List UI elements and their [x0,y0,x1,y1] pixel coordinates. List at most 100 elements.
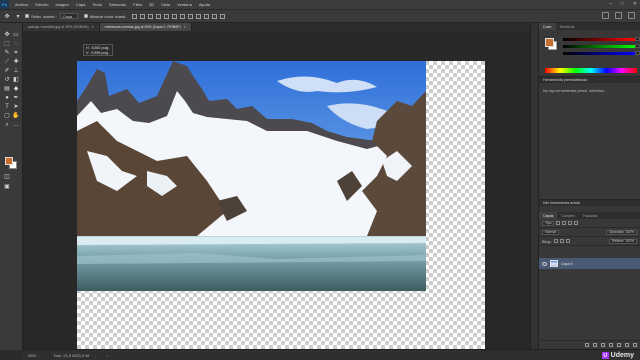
link-layers-icon[interactable] [585,343,589,347]
new-group-icon[interactable] [617,343,621,347]
current-tool-info-header[interactable]: Info herramienta actual [539,199,640,206]
more-tools-icon[interactable]: … [12,121,20,129]
lock-all-icon[interactable] [566,239,571,243]
gradient-tool-icon[interactable]: ▤ [3,85,11,93]
brush-tool-icon[interactable]: ✐ [3,67,11,75]
tool-presets-header[interactable]: Herramienta preestablecida [539,76,640,83]
hand-tool-icon[interactable]: ✋ [12,112,20,120]
document-canvas[interactable] [77,61,485,357]
align-center-icon[interactable] [140,13,146,19]
distribute-left-icon[interactable] [204,13,210,19]
distribute-center-icon[interactable] [212,13,218,19]
trash-icon[interactable] [633,343,637,347]
layer-style-icon[interactable] [593,343,597,347]
blur-tool-icon[interactable]: ◆ [12,85,20,93]
menu-filtro[interactable]: Filtro [133,2,142,7]
filter-adjustment-icon[interactable] [562,221,567,225]
auto-select-dropdown[interactable]: Capa [59,13,78,19]
align-bottom-icon[interactable] [172,13,178,19]
blend-mode-select[interactable]: Normal [542,229,559,235]
type-tool-icon[interactable]: T [3,103,11,111]
status-arrow-icon[interactable]: › [107,353,108,358]
foreground-color-swatch[interactable] [5,157,13,165]
foreground-color-chip[interactable] [545,38,554,47]
eyedropper-tool-icon[interactable]: ⟋ [3,58,11,66]
zoom-level[interactable]: 25% [28,353,36,358]
green-value-field[interactable] [635,44,640,48]
blue-value-field[interactable] [635,51,640,55]
filter-pixel-icon[interactable] [556,221,561,225]
artboard-tool-icon[interactable]: ▭ [12,31,20,39]
align-top-icon[interactable] [156,13,162,19]
lasso-tool-icon[interactable]: ◌ [12,40,20,48]
align-right-icon[interactable] [148,13,154,19]
menu-capa[interactable]: Capa [76,2,86,7]
tab-paths[interactable]: Trazados [579,212,602,219]
menu-edicion[interactable]: Edición [35,2,48,7]
menu-imagen[interactable]: Imagen [55,2,68,7]
menu-vista[interactable]: Vista [161,2,170,7]
align-middle-icon[interactable] [164,13,170,19]
menu-ventana[interactable]: Ventana [177,2,192,7]
distribute-middle-icon[interactable] [188,13,194,19]
tab-layers[interactable]: Capas [539,212,558,219]
menu-seleccion[interactable]: Selección [109,2,126,7]
blue-slider[interactable] [563,52,635,55]
filter-type-icon[interactable] [568,221,573,225]
opacity-field[interactable]: Opacidad: 100% [605,229,637,235]
marquee-tool-icon[interactable]: ⬚ [3,40,11,48]
distribute-bottom-icon[interactable] [196,13,202,19]
red-slider[interactable] [563,38,635,41]
layer-row-capa-0[interactable]: Capa 0 [539,258,640,269]
new-layer-icon[interactable] [625,343,629,347]
eye-icon[interactable] [542,261,547,266]
workspace-icon[interactable] [615,12,622,19]
zoom-tool-icon[interactable]: ⌕ [3,121,11,129]
path-selection-tool-icon[interactable]: ➤ [12,103,20,111]
add-mask-icon[interactable] [601,343,605,347]
red-value-field[interactable] [635,37,640,41]
dodge-tool-icon[interactable]: ● [3,94,11,102]
rectangle-tool-icon[interactable]: ▢ [3,112,11,120]
close-icon[interactable]: ✕ [633,1,637,7]
adjustment-layer-icon[interactable] [609,343,613,347]
screen-mode-icon[interactable]: ▣ [3,183,11,191]
clone-stamp-tool-icon[interactable]: ⊥ [12,67,20,75]
lock-pixels-icon[interactable] [554,239,559,243]
distribute-top-icon[interactable] [180,13,186,19]
mountain-lake-photo[interactable] [77,61,426,291]
filter-shape-icon[interactable] [574,221,579,225]
tab-swatches[interactable]: Muestras [556,23,579,30]
tab-document-1[interactable]: paisaje-montaña.jpg al 25% (RGB/8#) × [23,23,100,31]
layer-name[interactable]: Capa 0 [561,262,573,266]
share-icon[interactable] [628,12,635,19]
crop-tool-icon[interactable]: ⌗ [12,49,20,57]
tab-channels[interactable]: Canales [557,212,578,219]
move-tool-icon[interactable]: ✥ [3,31,11,39]
quick-mask-icon[interactable]: ◫ [3,173,11,181]
healing-brush-tool-icon[interactable]: ✚ [12,58,20,66]
green-slider[interactable] [563,45,635,48]
close-icon[interactable]: × [184,25,186,29]
auto-select-checkbox[interactable] [25,14,29,18]
close-icon[interactable]: × [92,25,94,29]
menu-texto[interactable]: Texto [92,2,102,7]
search-icon[interactable] [602,12,609,19]
history-brush-tool-icon[interactable]: ↺ [3,76,11,84]
minimize-icon[interactable]: – [609,1,612,7]
tab-document-2[interactable]: referencia-normas.jpg al 25% (Capa 0, RG… [99,23,192,31]
quick-select-tool-icon[interactable]: ✎ [3,49,11,57]
layer-kind-filter[interactable]: Tipo [542,220,555,226]
eraser-tool-icon[interactable]: ◧ [12,76,20,84]
maximize-icon[interactable]: □ [621,1,624,7]
tab-color[interactable]: Color [539,23,556,30]
menu-ayuda[interactable]: Ayuda [199,2,210,7]
align-left-icon[interactable] [132,13,138,19]
menu-archivo[interactable]: Archivo [15,2,28,7]
move-tool-icon[interactable]: ✥ [3,12,11,20]
lock-position-icon[interactable] [560,239,565,243]
color-spectrum[interactable] [545,68,637,73]
menu-3d[interactable]: 3D [149,2,154,7]
fill-field[interactable]: Relleno: 100% [608,238,637,244]
pen-tool-icon[interactable]: ✒ [12,94,20,102]
